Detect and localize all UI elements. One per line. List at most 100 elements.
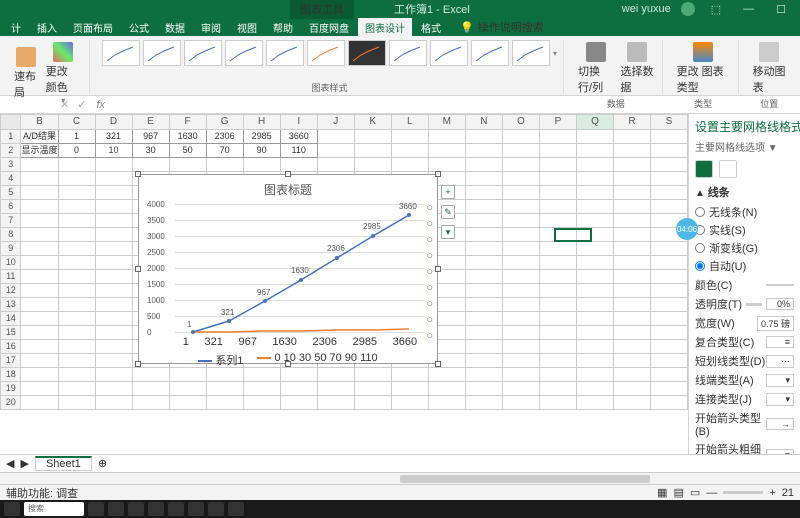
cell[interactable] <box>392 144 429 158</box>
cell[interactable] <box>96 214 133 228</box>
cell[interactable] <box>429 144 466 158</box>
cell[interactable] <box>503 256 540 270</box>
cell[interactable] <box>96 200 133 214</box>
view-page-icon[interactable]: ▤ <box>674 486 684 499</box>
cell[interactable] <box>59 158 96 172</box>
ribbon-options-icon[interactable]: ⬚ <box>705 3 727 16</box>
cell[interactable] <box>21 340 58 354</box>
taskbar-app[interactable] <box>208 502 224 516</box>
chart-style-4[interactable] <box>225 40 263 66</box>
cell[interactable] <box>614 312 651 326</box>
cell[interactable] <box>540 172 577 186</box>
col-header[interactable]: M <box>429 114 466 130</box>
cell[interactable] <box>503 396 540 410</box>
cell[interactable] <box>651 270 688 284</box>
cell[interactable] <box>651 144 688 158</box>
cell[interactable] <box>614 130 651 144</box>
cell[interactable] <box>614 396 651 410</box>
fx-cancel[interactable]: ✕ <box>56 98 73 111</box>
resize-handle[interactable] <box>135 361 141 367</box>
cell[interactable] <box>466 396 503 410</box>
opacity-row[interactable]: 透明度(T)0% <box>695 296 794 312</box>
cell[interactable] <box>540 130 577 144</box>
col-header[interactable]: N <box>466 114 503 130</box>
pane-subtitle[interactable]: 主要网格线选项 ▼ <box>695 139 794 154</box>
chart-style-1[interactable] <box>102 40 140 66</box>
cell[interactable] <box>21 368 58 382</box>
cell[interactable] <box>466 256 503 270</box>
cell[interactable] <box>614 326 651 340</box>
cell[interactable] <box>96 158 133 172</box>
cell[interactable] <box>577 256 614 270</box>
cell[interactable] <box>96 340 133 354</box>
cell[interactable] <box>577 270 614 284</box>
cell[interactable] <box>540 298 577 312</box>
cell[interactable] <box>651 396 688 410</box>
cell[interactable] <box>540 256 577 270</box>
col-header[interactable]: K <box>355 114 392 130</box>
cell[interactable] <box>21 186 58 200</box>
cell[interactable] <box>207 158 244 172</box>
tab-file[interactable]: 计 <box>4 18 28 37</box>
tab-help[interactable]: 帮助 <box>266 18 300 37</box>
cell[interactable] <box>651 326 688 340</box>
col-header[interactable]: S <box>651 114 688 130</box>
cell[interactable] <box>651 368 688 382</box>
cell[interactable] <box>59 200 96 214</box>
cell[interactable] <box>59 228 96 242</box>
cell[interactable]: 1 <box>59 130 96 144</box>
col-header[interactable]: O <box>503 114 540 130</box>
cell[interactable] <box>540 312 577 326</box>
cell[interactable] <box>614 298 651 312</box>
tab-nav-next[interactable]: ▶ <box>20 457 28 470</box>
tell-me[interactable]: 💡操作说明搜索 <box>460 19 544 35</box>
cell[interactable] <box>96 242 133 256</box>
cell[interactable] <box>392 158 429 172</box>
cell[interactable] <box>503 382 540 396</box>
cell[interactable] <box>466 298 503 312</box>
cell[interactable] <box>59 396 96 410</box>
cell[interactable] <box>503 354 540 368</box>
select-all-corner[interactable] <box>0 114 21 130</box>
cell[interactable]: 967 <box>133 130 170 144</box>
chart-styles-more[interactable]: ▾ <box>553 49 557 58</box>
cell[interactable] <box>96 354 133 368</box>
cell[interactable] <box>170 382 207 396</box>
cell[interactable] <box>651 172 688 186</box>
row-header[interactable]: 15 <box>0 326 21 340</box>
cell[interactable] <box>207 382 244 396</box>
cell[interactable] <box>614 340 651 354</box>
row-header[interactable]: 5 <box>0 186 21 200</box>
row-header[interactable]: 3 <box>0 158 21 172</box>
chart-title[interactable]: 图表标题 <box>139 175 437 204</box>
cell[interactable] <box>466 228 503 242</box>
fx-icon[interactable]: fx <box>90 99 111 111</box>
cell[interactable] <box>170 158 207 172</box>
tab-layout[interactable]: 页面布局 <box>66 18 120 37</box>
cell[interactable] <box>614 382 651 396</box>
cell[interactable] <box>59 382 96 396</box>
chart-style-9[interactable] <box>430 40 468 66</box>
cell[interactable] <box>466 172 503 186</box>
cell[interactable] <box>96 382 133 396</box>
cell[interactable] <box>651 158 688 172</box>
cell[interactable] <box>21 284 58 298</box>
cell[interactable] <box>577 326 614 340</box>
cell[interactable] <box>503 326 540 340</box>
cell[interactable] <box>466 368 503 382</box>
row-header[interactable]: 1 <box>0 130 21 144</box>
chart-filter-button[interactable]: ▾ <box>441 225 455 239</box>
cell[interactable] <box>59 186 96 200</box>
chart-object[interactable]: + ✎ ▾ 图表标题 4000○ 3500○ 3000○ 2500○ 2000○… <box>138 174 438 364</box>
cell[interactable] <box>59 368 96 382</box>
col-header[interactable]: H <box>244 114 281 130</box>
cell[interactable] <box>59 172 96 186</box>
cell[interactable] <box>244 382 281 396</box>
chart-style-7[interactable] <box>348 40 386 66</box>
zoom-out[interactable]: — <box>706 487 717 499</box>
cell[interactable] <box>355 158 392 172</box>
cell[interactable] <box>651 130 688 144</box>
cell[interactable] <box>59 340 96 354</box>
cell[interactable] <box>96 284 133 298</box>
cell[interactable] <box>281 382 318 396</box>
